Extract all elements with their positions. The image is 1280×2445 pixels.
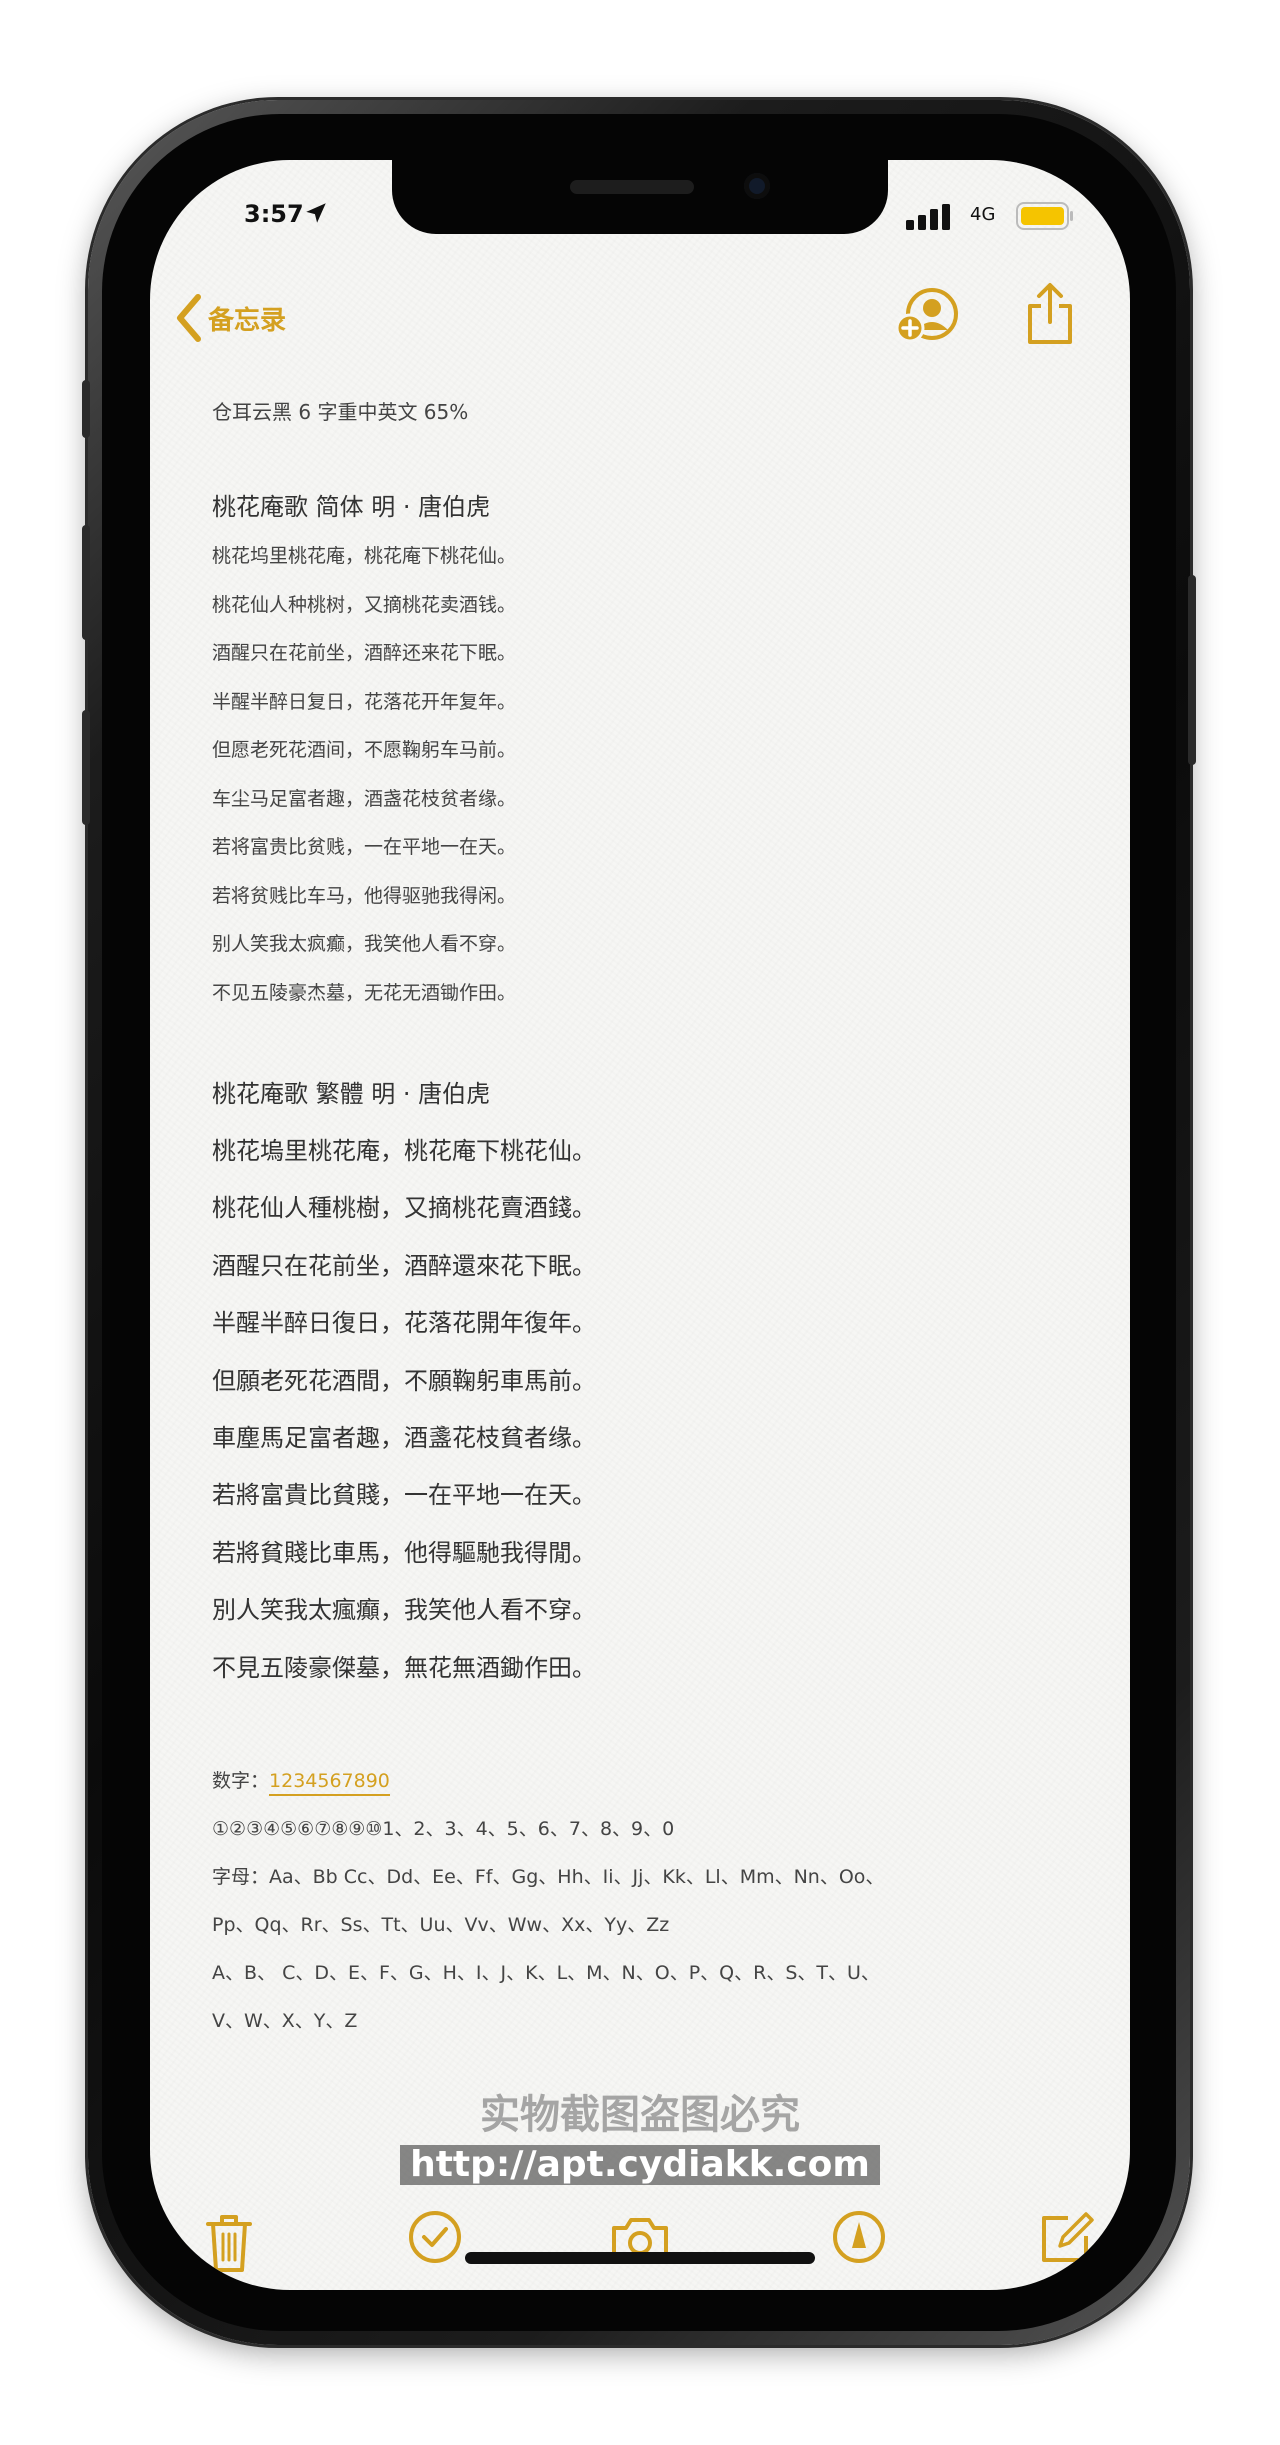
poem-line: 不見五陵豪傑墓，無花無酒鋤作田。	[212, 1653, 596, 1682]
poem-line: 酒醒只在花前坐，酒醉還來花下眠。	[212, 1251, 596, 1280]
silent-switch	[82, 380, 90, 438]
front-camera	[744, 173, 770, 199]
watermark-text: 实物截图盗图必究	[480, 2092, 800, 2138]
circled-digits-line: ①②③④⑤⑥⑦⑧⑨⑩1、2、3、4、5、6、7、8、9、0	[212, 1817, 675, 1840]
poem-line: 若將富貴比貧賤，一在平地一在天。	[212, 1481, 596, 1510]
digits-row: 数字：1234567890	[212, 1757, 1072, 1805]
add-person-icon[interactable]	[892, 288, 962, 348]
note-meta: 仓耳云黑 6 字重中英文 65%	[212, 400, 469, 424]
poem-line: 桃花坞里桃花庵，桃花庵下桃花仙。	[212, 545, 517, 567]
back-button[interactable]: 备忘录	[174, 288, 286, 348]
poem-line: 車塵馬足富者趣，酒盞花枝貧者缘。	[212, 1423, 596, 1452]
share-icon[interactable]	[1024, 282, 1076, 346]
poem-line: 车尘马足富者趣，酒盏花枝贫者缘。	[212, 787, 517, 810]
watermark-url-text: http://apt.cydiakk.com	[400, 2145, 880, 2185]
letters-line: Pp、Qq、Rr、Ss、Tt、Uu、Vv、Ww、Xx、Yy、Zz	[212, 1913, 670, 1936]
location-arrow-icon	[306, 203, 326, 223]
digits-label: 数字：	[212, 1769, 270, 1792]
battery-icon	[1016, 202, 1073, 230]
letters-line: V、W、X、Y、Z	[212, 2009, 358, 2032]
poem-line: 桃花仙人種桃樹，又摘桃花賣酒錢。	[212, 1194, 596, 1223]
chevron-left-icon	[177, 294, 201, 342]
poem-line: 半醒半醉日复日，花落花开年复年。	[212, 690, 517, 713]
screen: 3:57 4G 备忘录 仓耳云黑 6 字重中英文 65% 桃花庵歌 简体 明 ·…	[150, 160, 1130, 2290]
notch	[392, 160, 888, 234]
poem-line: 若将贫贱比车马，他得驱驰我得闲。	[212, 884, 517, 907]
watermark-url: http://apt.cydiakk.com	[150, 2145, 1130, 2185]
checklist-icon[interactable]	[408, 2210, 462, 2264]
letters-line: 字母：Aa、Bb Cc、Dd、Ee、Ff、Gg、Hh、Ii、Jj、Kk、Ll、M…	[212, 1865, 885, 1888]
power-button	[1188, 575, 1196, 765]
poem-line: 别人笑我太疯癫，我笑他人看不穿。	[212, 933, 517, 955]
earpiece-speaker	[570, 180, 694, 194]
poem-traditional-title: 桃花庵歌 繁體 明 · 唐伯虎	[212, 1080, 491, 1108]
signal-icon	[906, 204, 950, 230]
poem-line: 桃花仙人种桃树，又摘桃花卖酒钱。	[212, 593, 517, 616]
poem-line: 若將貧賤比車馬，他得驅馳我得閒。	[212, 1538, 596, 1567]
compose-icon[interactable]	[1038, 2210, 1094, 2266]
home-indicator[interactable]	[465, 2252, 815, 2264]
poem-line: 半醒半醉日復日，花落花開年復年。	[212, 1309, 596, 1338]
volume-up-button	[82, 525, 90, 640]
letters-line: A、B、 C、D、E、F、G、H、I、J、K、L、M、N、O、P、Q、R、S、T…	[212, 1961, 880, 1984]
markup-icon[interactable]	[832, 2210, 886, 2264]
status-time: 3:57	[244, 200, 304, 228]
poem-line: 不见五陵豪杰墓，无花无酒锄作田。	[212, 981, 517, 1004]
note-body[interactable]: 仓耳云黑 6 字重中英文 65% 桃花庵歌 简体 明 · 唐伯虎 桃花坞里桃花庵…	[212, 388, 1072, 2045]
poem-line: 但愿老死花酒间，不愿鞠躬车马前。	[212, 739, 517, 761]
poem-simplified-title: 桃花庵歌 简体 明 · 唐伯虎	[212, 493, 491, 521]
poem-line: 但願老死花酒間，不願鞠躬車馬前。	[212, 1366, 596, 1395]
poem-line: 酒醒只在花前坐，酒醉还来花下眠。	[212, 642, 517, 664]
bottom-toolbar	[150, 2210, 1130, 2290]
poem-line: 桃花塢里桃花庵，桃花庵下桃花仙。	[212, 1137, 596, 1165]
poem-line: 若将富贵比贫贱，一在平地一在天。	[212, 836, 517, 858]
poem-line: 別人笑我太瘋癲，我笑他人看不穿。	[212, 1596, 596, 1625]
digits-link[interactable]: 1234567890	[269, 1769, 390, 1796]
network-type: 4G	[970, 204, 996, 225]
back-label: 备忘录	[208, 305, 287, 336]
volume-down-button	[82, 710, 90, 825]
trash-icon[interactable]	[204, 2212, 254, 2274]
